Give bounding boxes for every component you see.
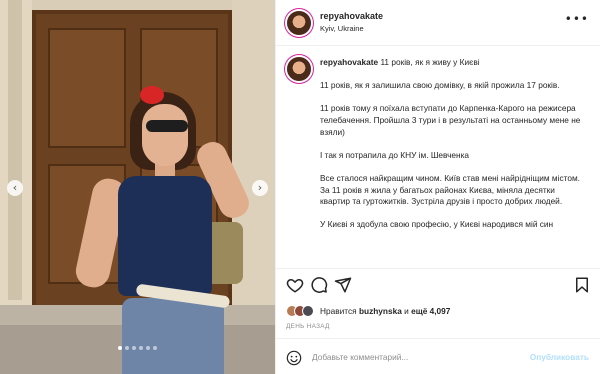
caption-title: 11 років, як я живу у Києві	[380, 57, 480, 67]
door-panel	[48, 28, 126, 148]
carousel-dot	[118, 346, 122, 350]
pillar	[8, 0, 22, 300]
carousel-dot	[125, 346, 129, 350]
bookmark-icon[interactable]	[573, 276, 591, 294]
post-header: repyahovakate Kyiv, Ukraine •••	[276, 0, 600, 46]
caption-username[interactable]: repyahovakate	[320, 57, 378, 67]
avatar[interactable]	[287, 11, 311, 35]
liker-username[interactable]: buzhynska	[359, 306, 402, 316]
liker-avatar	[302, 305, 314, 317]
caption-paragraph: У Києві я здобула свою професію, у Києві…	[320, 219, 554, 230]
publish-button[interactable]: Опубликовать	[530, 352, 589, 362]
post-photo[interactable]: ‹ ›	[0, 0, 275, 374]
comment-input[interactable]	[312, 349, 512, 365]
caption-paragraph: 11 років, як я залишила свою домівку, в …	[320, 80, 560, 91]
carousel-dot	[146, 346, 150, 350]
caption-paragraph: 11 років тому я поїхала вступати до Карп…	[320, 103, 581, 137]
more-horizontal-icon[interactable]: •••	[565, 12, 589, 26]
caption-paragraph: Все сталося найкращим чином. Київ став м…	[320, 172, 580, 183]
comment-bar: Опубликовать	[276, 338, 600, 374]
jeans	[122, 298, 224, 374]
face	[142, 104, 188, 166]
sunglasses	[146, 120, 188, 132]
red-flower	[140, 86, 164, 104]
likes-summary[interactable]: Нравится buzhynska и ещё 4,097	[286, 303, 450, 319]
post-caption: repyahovakate 11 років, як я живу у Києв…	[320, 57, 582, 265]
comment-icon[interactable]	[310, 276, 328, 294]
post-location[interactable]: Kyiv, Ukraine	[320, 24, 364, 33]
heart-icon[interactable]	[286, 276, 304, 294]
post-username[interactable]: repyahovakate	[320, 11, 383, 21]
caption-paragraph: За 11 років я жила у багатьох районах Ки…	[320, 184, 563, 207]
post-date[interactable]: ДЕНЬ НАЗАД	[286, 323, 330, 330]
post-details-panel: repyahovakate Kyiv, Ukraine ••• repyahov…	[275, 0, 600, 374]
carousel-prev-button[interactable]: ‹	[7, 180, 23, 196]
carousel-dot	[139, 346, 143, 350]
action-bar	[276, 276, 600, 296]
likes-prefix: Нравится	[320, 306, 357, 316]
likes-count[interactable]: ещё 4,097	[411, 306, 450, 316]
carousel-dot	[132, 346, 136, 350]
divider	[276, 268, 600, 269]
caption-paragraph: І так я потрапила до КНУ ім. Шевченка	[320, 149, 470, 160]
carousel-dot	[153, 346, 157, 350]
carousel-next-button[interactable]: ›	[252, 180, 268, 196]
likes-text: Нравится buzhynska и ещё 4,097	[320, 306, 450, 316]
smiley-icon[interactable]	[286, 350, 302, 366]
send-icon[interactable]	[334, 276, 352, 294]
top	[118, 176, 212, 296]
carousel-dots	[118, 346, 157, 350]
caption-avatar[interactable]	[287, 57, 311, 81]
likes-conjunction: и	[404, 306, 409, 316]
